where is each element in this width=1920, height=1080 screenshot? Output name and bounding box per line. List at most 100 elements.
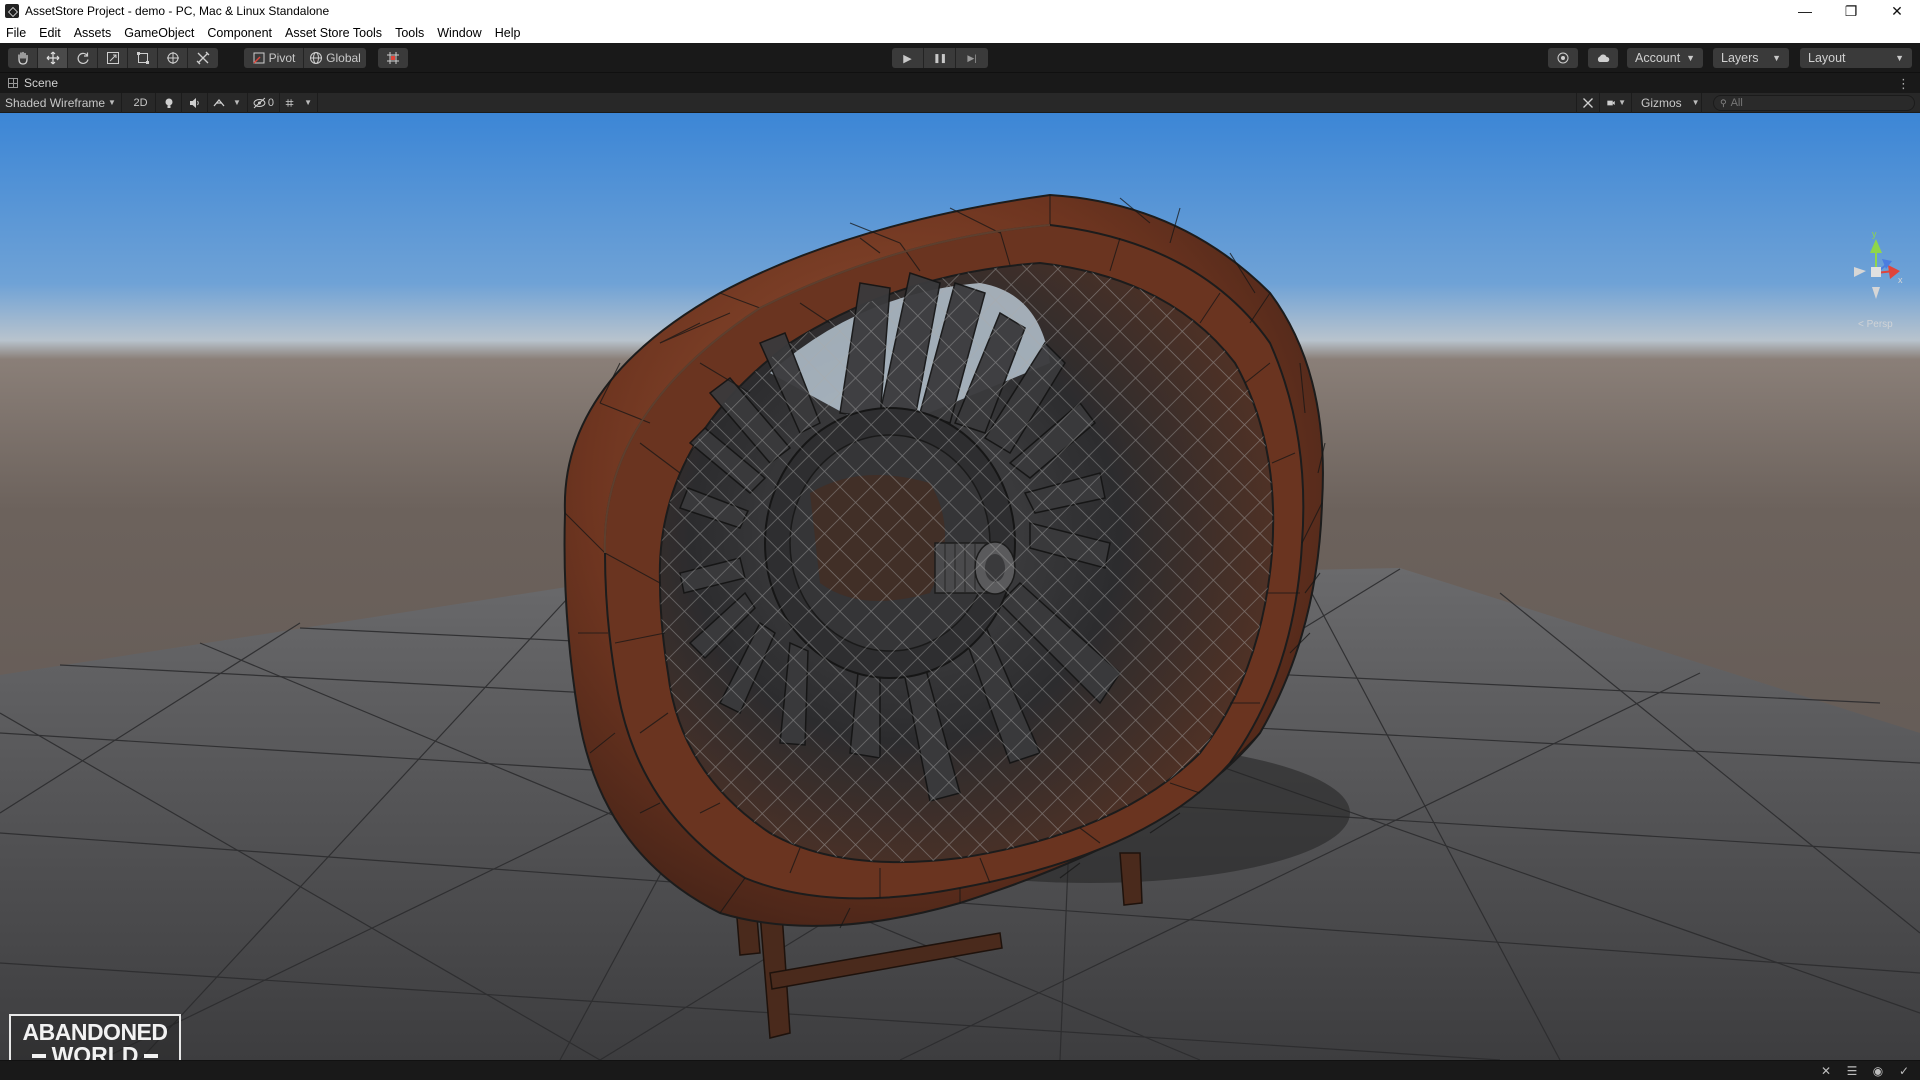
scene-tab-bar: Scene ⋮ [0,73,1920,93]
scale-icon [106,52,119,64]
axis-gizmo-icon: y x [1854,229,1903,299]
custom-tool-button[interactable] [188,48,218,68]
move-tool-button[interactable] [38,48,68,68]
menu-edit[interactable]: Edit [39,26,61,40]
gizmo-y-label: y [1872,231,1877,239]
grid-snap-button[interactable] [378,48,408,68]
scene-viewport[interactable]: y x < Persp [0,113,1920,1060]
shading-mode-label: Shaded Wireframe [5,95,106,110]
hidden-objects-toggle[interactable]: 0 [248,92,280,113]
menu-gameobject[interactable]: GameObject [124,26,194,40]
check-icon[interactable]: ✓ [1896,1063,1912,1079]
projection-label[interactable]: < Persp [1858,319,1893,330]
menu-bar: File Edit Assets GameObject Component As… [0,22,1920,43]
more-options-icon[interactable]: ⋮ [1897,76,1910,92]
rotate-icon [77,52,89,64]
move-arrows-icon [46,51,59,65]
layout-dropdown[interactable]: Layout ▼ [1800,48,1912,68]
scene-search-input[interactable]: ⚲ All [1713,95,1915,111]
status-icons: ✕ ☰ ◉ ✓ [1818,1063,1912,1079]
window-controls: — ❐ ✕ [1782,0,1920,22]
close-button[interactable]: ✕ [1874,0,1920,22]
tools-icon [196,51,210,65]
scene-toolbar: Shaded Wireframe ▼ 2D ▼ 0 ▼ ▼ Gizmos ▼ ⚲… [0,92,1920,113]
camera-dropdown[interactable]: ▼ [1602,92,1632,113]
lightbulb-icon [165,98,172,108]
services-group [1548,48,1578,68]
shading-mode-dropdown[interactable]: Shaded Wireframe ▼ [0,92,122,113]
minimize-button[interactable]: — [1782,0,1828,22]
chevron-down-icon: ▼ [1772,53,1781,63]
pivot-label: Pivot [268,51,296,65]
tools-icon [1583,97,1593,108]
global-toggle[interactable]: Global [304,48,366,68]
hand-icon [17,51,28,65]
tab-scene[interactable]: Scene [0,73,58,93]
play-icon: ▶ [903,52,912,65]
grid-dropdown[interactable]: ▼ [280,92,318,113]
collab-icon [1557,52,1569,64]
audio-toggle[interactable] [182,92,208,113]
scene-render [0,113,1920,1060]
pause-icon: ❚❚ [932,52,947,63]
scale-tool-button[interactable] [98,48,128,68]
chevron-down-icon: ▼ [1618,98,1626,107]
menu-help[interactable]: Help [495,26,521,40]
eye-slash-icon [253,97,266,108]
menu-tools[interactable]: Tools [395,26,424,40]
transform-tool-button[interactable] [158,48,188,68]
camera-icon [1607,100,1615,105]
chevron-down-icon: ▼ [108,98,116,107]
window-title: AssetStore Project - demo - PC, Mac & Li… [25,4,330,18]
pause-button[interactable]: ❚❚ [924,48,956,68]
lighting-toggle[interactable] [156,92,182,113]
progress-icon[interactable]: ☰ [1844,1063,1860,1079]
menu-component[interactable]: Component [207,26,272,40]
main-toolbar: Pivot Global ▶ ❚❚ ▶| Account ▼ Layers ▼ … [0,43,1920,73]
account-dropdown[interactable]: Account ▼ [1627,48,1703,68]
step-button[interactable]: ▶| [956,48,988,68]
cloud-group [1588,48,1618,68]
layout-label: Layout [1808,51,1846,65]
play-button[interactable]: ▶ [892,48,924,68]
transform-icon [166,52,179,64]
debug-icon[interactable]: ✕ [1818,1063,1834,1079]
pivot-global-group: Pivot Global [244,48,366,68]
gizmos-label: Gizmos [1641,95,1682,110]
effects-dropdown[interactable]: ▼ [208,92,248,113]
global-label: Global [326,51,361,65]
lighting-icon[interactable]: ◉ [1870,1063,1886,1079]
playback-controls: ▶ ❚❚ ▶| [892,48,988,68]
hand-tool-button[interactable] [8,48,38,68]
collab-button[interactable] [1548,48,1578,68]
menu-asset-store-tools[interactable]: Asset Store Tools [285,26,382,40]
layers-label: Layers [1721,51,1759,65]
chevron-down-icon: ▼ [1691,98,1700,107]
gizmos-dropdown[interactable]: Gizmos ▼ [1636,92,1702,113]
hidden-count: 0 [267,96,274,109]
search-placeholder: All [1730,97,1743,109]
chevron-down-icon: ▼ [1686,53,1695,63]
cloud-icon [1597,54,1610,62]
pivot-toggle[interactable]: Pivot [244,48,304,68]
account-label: Account [1635,51,1681,65]
chevron-down-icon: ▼ [1895,53,1904,63]
cloud-button[interactable] [1588,48,1618,68]
restore-button[interactable]: ❐ [1828,0,1874,22]
menu-file[interactable]: File [6,26,26,40]
toggle-2d-button[interactable]: 2D [126,92,156,113]
chevron-down-icon: ▼ [304,98,312,107]
status-bar: ✕ ☰ ◉ ✓ [0,1060,1920,1080]
pivot-icon [253,52,265,64]
globe-icon [310,52,323,64]
gizmo-x-label: x [1898,275,1903,285]
toggle-2d-label: 2D [133,96,148,109]
layers-dropdown[interactable]: Layers ▼ [1713,48,1789,68]
menu-window[interactable]: Window [437,26,481,40]
orientation-gizmo[interactable]: y x < Persp [1846,229,1906,331]
rect-tool-button[interactable] [128,48,158,68]
rotate-tool-button[interactable] [68,48,98,68]
grid-icon [285,98,294,107]
tools-overlay-toggle[interactable] [1576,92,1600,113]
menu-assets[interactable]: Assets [74,26,112,40]
